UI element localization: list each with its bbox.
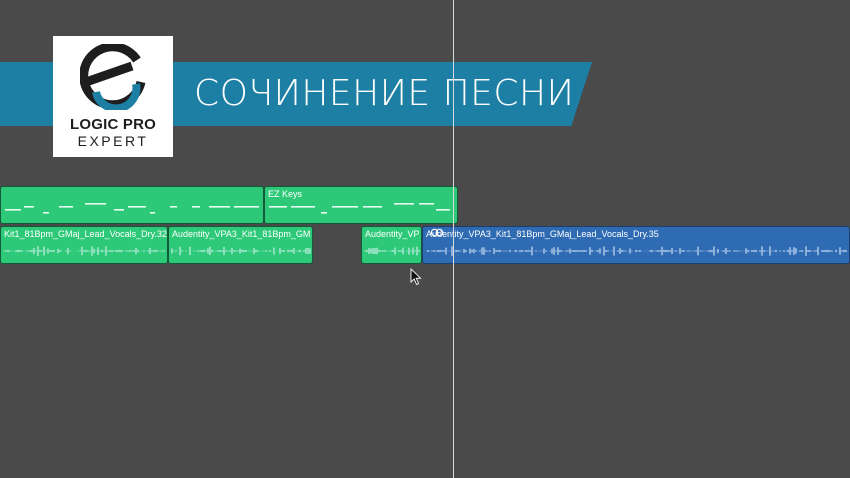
- audio-region[interactable]: Audentity_VPA3_Kit1_81Bpm_GM: [168, 226, 313, 264]
- midi-notes: [5, 203, 259, 214]
- logo-e-icon: [80, 44, 146, 110]
- midi-note: [269, 206, 287, 208]
- midi-note: [150, 212, 155, 214]
- banner-title: СОЧИНЕНИЕ ПЕСНИ: [194, 73, 575, 114]
- mouse-pointer-icon: [410, 268, 422, 286]
- midi-notes: [269, 203, 450, 214]
- midi-note: [43, 212, 49, 214]
- midi-note: [419, 203, 434, 205]
- midi-region[interactable]: [0, 186, 264, 224]
- midi-note: [170, 206, 177, 208]
- audio-region-selected[interactable]: Audentity_VPA3_Kit1_81Bpm_GMaj_Lead_Voca…: [422, 226, 850, 264]
- audio-waveform: [171, 246, 311, 256]
- midi-note: [59, 206, 73, 208]
- midi-note: [5, 209, 21, 211]
- midi-note: [436, 209, 450, 211]
- logo: LOGIC PRO EXPERT: [53, 36, 173, 157]
- logo-text-secondary: EXPERT: [77, 133, 149, 149]
- audio-waveform: [3, 246, 165, 256]
- midi-region-ez-keys[interactable]: EZ Keys: [264, 186, 458, 224]
- logo-text-primary: LOGIC PRO: [70, 116, 156, 133]
- midi-note: [234, 206, 259, 208]
- midi-note: [332, 206, 358, 208]
- midi-note: [321, 212, 327, 214]
- audio-region[interactable]: Audentity_VP: [361, 226, 422, 264]
- midi-note: [209, 206, 230, 208]
- midi-note: [114, 209, 124, 211]
- audio-region[interactable]: Kit1_81Bpm_GMaj_Lead_Vocals_Dry.32: [0, 226, 168, 264]
- audio-waveform: [364, 246, 420, 256]
- midi-note: [192, 206, 200, 208]
- midi-note: [24, 206, 34, 208]
- playhead[interactable]: [453, 0, 454, 478]
- midi-note: [363, 206, 382, 208]
- midi-note: [128, 206, 146, 208]
- audio-waveform: [425, 246, 847, 256]
- midi-note: [85, 203, 106, 205]
- midi-note: [394, 203, 414, 205]
- midi-note: [291, 206, 315, 208]
